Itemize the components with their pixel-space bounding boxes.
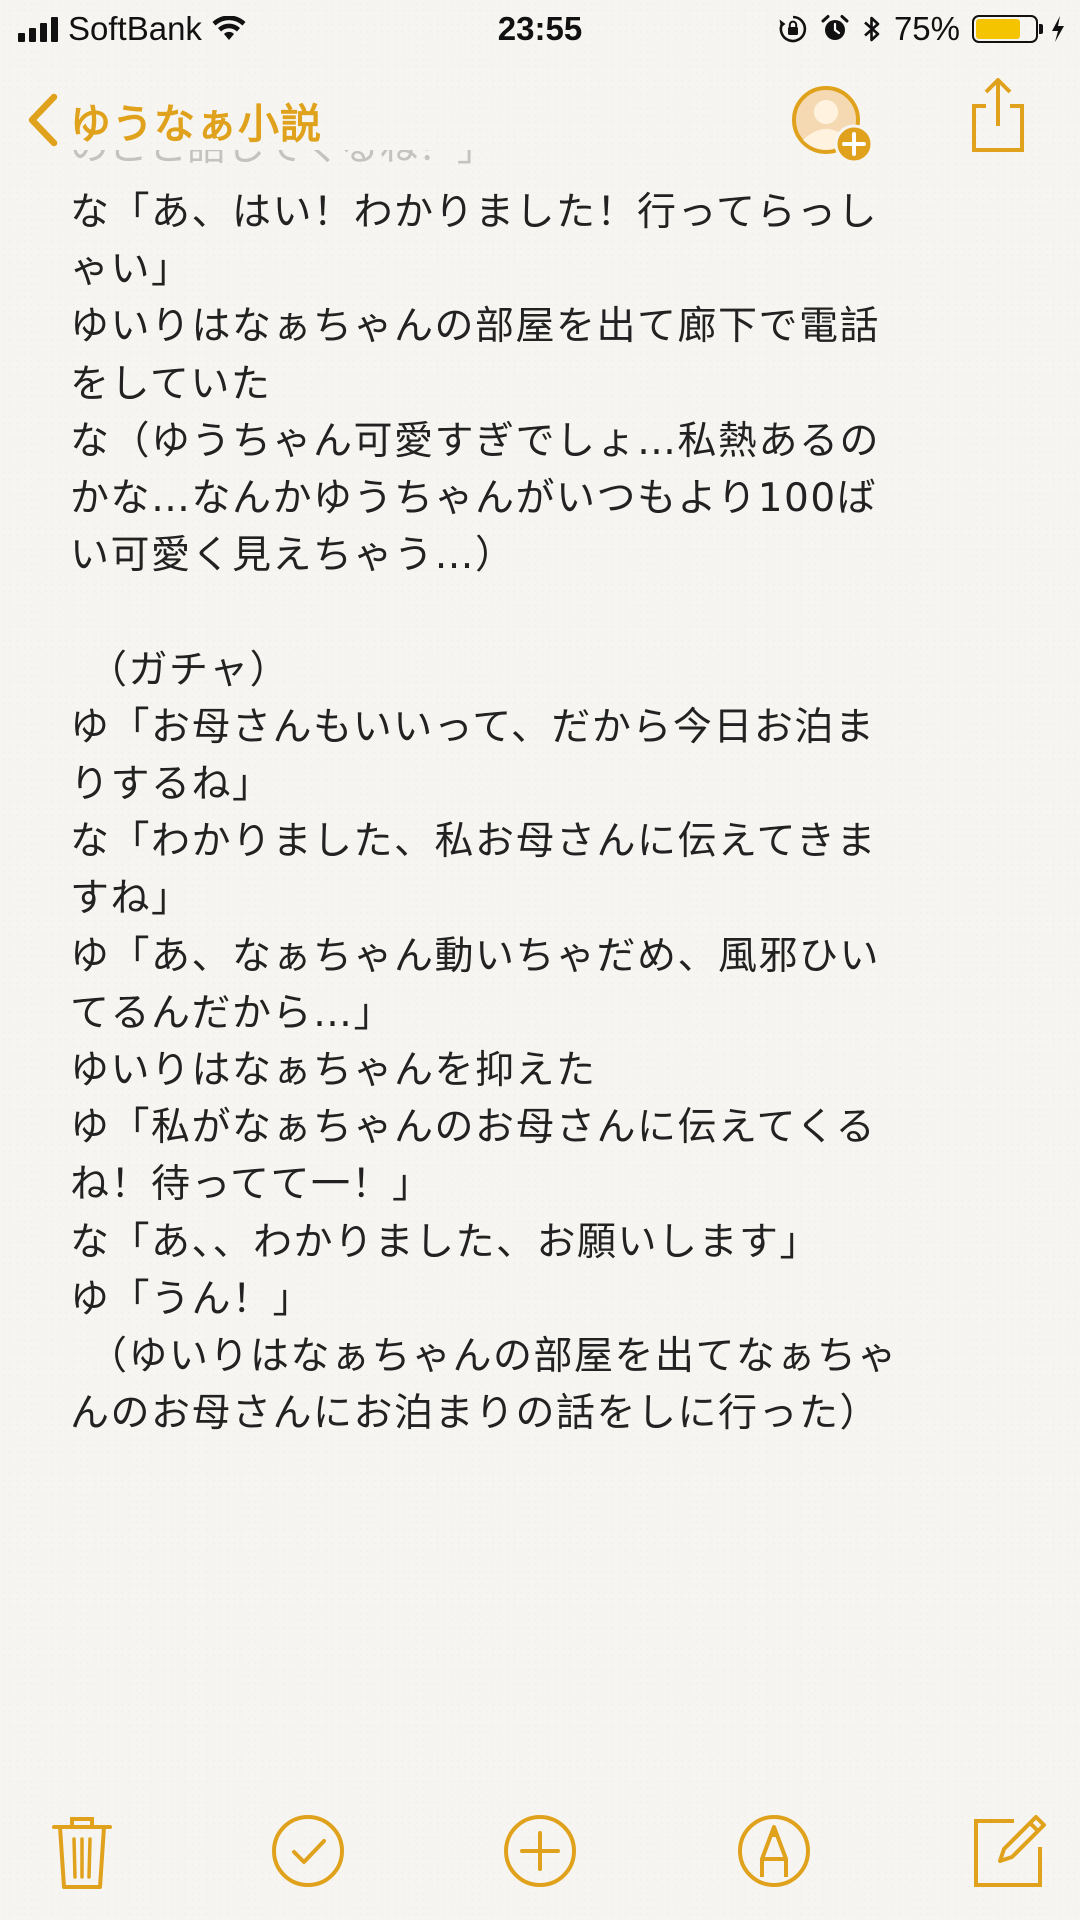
alarm-icon [821, 15, 849, 40]
note-line: い可愛く見えちゃう…） [70, 533, 516, 579]
note-partial-line: のこと話してくるね？」 [70, 150, 496, 172]
note-body[interactable]: のこと話してくるね？」 な「あ、はい！わかりました！行ってらっしゃい」ゆいりはな… [0, 150, 1080, 1760]
orientation-lock-icon [779, 15, 807, 43]
bluetooth-icon [864, 16, 880, 42]
share-icon[interactable] [968, 78, 1028, 154]
compose-icon[interactable] [970, 1811, 1050, 1891]
battery-level [976, 19, 1020, 39]
trash-icon[interactable] [42, 1811, 122, 1891]
add-icon[interactable] [500, 1811, 580, 1891]
bottom-toolbar [0, 1775, 1080, 1920]
battery-percent: 75% [893, 10, 960, 47]
chevron-left-icon [28, 93, 58, 147]
battery-icon [972, 15, 1043, 43]
charging-bolt-icon [1052, 16, 1064, 42]
markup-pen-icon[interactable] [734, 1811, 814, 1891]
checklist-icon[interactable] [268, 1811, 348, 1891]
status-right: 75% [778, 10, 1066, 48]
note-line: んのお母さんにお泊まりの話をしに行った） [70, 1391, 881, 1437]
status-bar: SoftBank 23:55 75% [0, 0, 1080, 60]
back-button-label: ゆうなぁ小説 [70, 100, 322, 148]
back-button[interactable]: ゆうなぁ小説 [26, 90, 322, 150]
